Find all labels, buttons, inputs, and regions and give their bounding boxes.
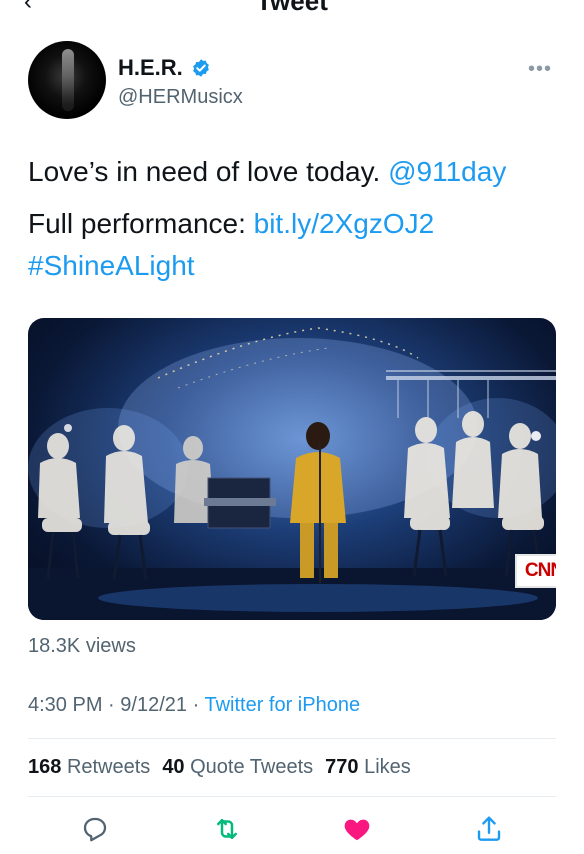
- url-link[interactable]: bit.ly/2XgzOJ2: [254, 208, 435, 239]
- page-title: Tweet: [0, 0, 584, 14]
- quotes-stat[interactable]: 40 Quote Tweets: [162, 756, 313, 779]
- more-options-icon[interactable]: •••: [528, 58, 552, 81]
- retweets-count: 168: [28, 756, 62, 778]
- author-handle[interactable]: @HERMusicx: [118, 86, 243, 109]
- top-bar: ‹ Tweet: [0, 0, 584, 14]
- tweet-text-line3: #ShineALight: [28, 246, 568, 286]
- avatar-figure: [62, 49, 74, 111]
- reply-icon[interactable]: [80, 814, 110, 844]
- tweet-text-line2: Full performance: bit.ly/2XgzOJ2: [28, 204, 568, 244]
- quotes-label: Quote Tweets: [190, 756, 314, 778]
- likes-label: Likes: [364, 756, 411, 778]
- action-bar: [0, 808, 584, 850]
- retweet-icon[interactable]: [212, 814, 242, 844]
- quotes-count: 40: [162, 756, 185, 778]
- verified-badge-icon: [192, 59, 209, 77]
- avatar[interactable]: [28, 41, 106, 119]
- engagement-stats: 168 Retweets 40 Quote Tweets 770 Likes: [28, 756, 411, 779]
- view-count: 18.3K views: [28, 635, 136, 657]
- cnn-logo: CNN: [515, 554, 556, 588]
- tweet-source[interactable]: Twitter for iPhone: [204, 694, 360, 716]
- video-frame: [28, 327, 556, 620]
- mention-link[interactable]: @911day: [388, 156, 506, 187]
- heart-icon[interactable]: [342, 814, 372, 844]
- tweet-time[interactable]: 4:30 PM: [28, 694, 102, 716]
- meta-separator: ·: [108, 694, 115, 716]
- divider: [28, 738, 556, 739]
- divider: [28, 796, 556, 797]
- hashtag-link[interactable]: #ShineALight: [28, 250, 195, 281]
- video-media[interactable]: CNN: [28, 318, 556, 620]
- tweet-text-line1: Love’s in need of love today. @911day: [28, 152, 568, 192]
- meta-separator: ·: [192, 694, 200, 716]
- tweet-text: Full performance:: [28, 208, 254, 239]
- likes-stat[interactable]: 770 Likes: [325, 756, 411, 779]
- tweet-date[interactable]: 9/12/21: [120, 694, 187, 716]
- author-name-row: H.E.R.: [118, 55, 211, 81]
- retweets-stat[interactable]: 168 Retweets: [28, 756, 150, 779]
- retweets-label: Retweets: [66, 756, 151, 778]
- tweet-meta: 4:30 PM · 9/12/21 · Twitter for iPhone: [28, 694, 360, 717]
- tweet-text: Love’s in need of love today.: [28, 156, 389, 187]
- likes-count: 770: [325, 756, 359, 778]
- display-name[interactable]: H.E.R.: [118, 55, 183, 81]
- share-icon[interactable]: [474, 814, 504, 844]
